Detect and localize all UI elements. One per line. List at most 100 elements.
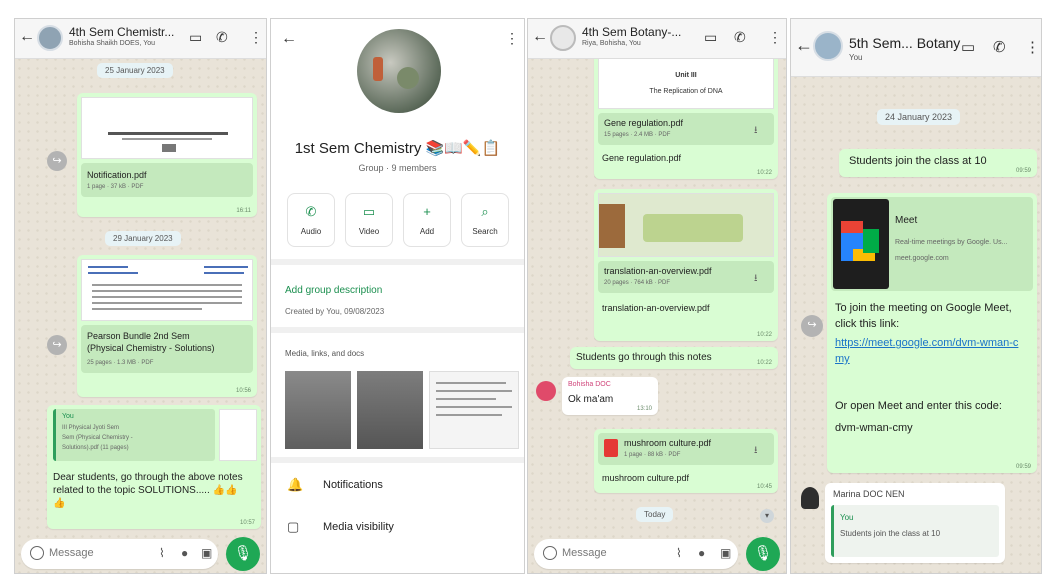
mic-icon[interactable]: 🎙 bbox=[226, 537, 260, 571]
camera-icon[interactable]: ▣ bbox=[720, 546, 731, 560]
media-section-label[interactable]: Media, links, and docs bbox=[285, 349, 364, 358]
payment-icon[interactable]: ● bbox=[181, 546, 188, 560]
media-thumbnail[interactable] bbox=[285, 371, 351, 449]
add-member-button[interactable]: + Add bbox=[403, 193, 451, 247]
link-preview-card[interactable]: Meet Real-time meetings by Google. Us...… bbox=[831, 197, 1033, 291]
add-group-description-link[interactable]: Add group description bbox=[285, 285, 382, 296]
video-call-icon[interactable]: ▭ bbox=[704, 30, 717, 44]
back-arrow-icon[interactable]: ← bbox=[532, 29, 548, 45]
scroll-down-icon[interactable]: ▾ bbox=[760, 509, 774, 523]
message-list[interactable]: Unit III The Replication of DNA Gene reg… bbox=[528, 53, 786, 573]
voice-call-icon[interactable]: ✆ bbox=[216, 30, 228, 44]
download-icon[interactable]: ⭳ bbox=[754, 271, 758, 288]
payment-icon[interactable]: ● bbox=[698, 546, 705, 560]
document-meta: 25 pages · 1.3 MB · PDF bbox=[87, 360, 154, 366]
document-message[interactable]: Unit III The Replication of DNA Gene reg… bbox=[594, 53, 778, 179]
message-time: 09:59 bbox=[1015, 464, 1031, 470]
sender-avatar[interactable] bbox=[536, 381, 556, 401]
document-name: mushroom culture.pdf bbox=[624, 438, 712, 448]
chat-header: ← 5th Sem... Botany You ▭ ✆ ⋮ bbox=[791, 19, 1041, 77]
document-card[interactable]: Pearson Bundle 2nd Sem (Physical Chemist… bbox=[81, 325, 253, 373]
document-preview-thumbnail bbox=[81, 97, 253, 159]
group-photo[interactable] bbox=[357, 29, 441, 113]
message-input[interactable]: Message ⌇ ● ▣ bbox=[534, 539, 738, 569]
text-message[interactable]: Students join the class at 10 09:59 bbox=[839, 149, 1037, 177]
document-caption: mushroom culture.pdf bbox=[602, 473, 690, 483]
incoming-reply-message[interactable]: Marina DOC NEN You Students join the cla… bbox=[825, 483, 1005, 563]
document-message[interactable]: mushroom culture.pdf 1 page · 88 kB · PD… bbox=[594, 429, 778, 493]
more-options-icon[interactable]: ⋮ bbox=[768, 30, 782, 44]
group-meta: Group · 9 members bbox=[358, 163, 437, 173]
more-options-icon[interactable]: ⋮ bbox=[1025, 40, 1040, 55]
message-list[interactable]: 24 January 2023 Students join the class … bbox=[791, 77, 1041, 573]
reply-message[interactable]: You III Physical Jyoti Sem Sem (Physical… bbox=[47, 405, 261, 529]
quoted-message[interactable]: You Students join the class at 10 bbox=[831, 505, 999, 557]
forward-icon[interactable]: ↪ bbox=[47, 335, 67, 355]
document-card[interactable]: Gene regulation.pdf 15 pages · 2.4 MB · … bbox=[598, 113, 774, 145]
search-button[interactable]: ⌕ Search bbox=[461, 193, 509, 247]
message-text: Students join the class at 10 bbox=[849, 155, 987, 167]
attach-icon[interactable]: ⌇ bbox=[159, 546, 165, 560]
meet-link[interactable]: https://meet.google.com/dvm-wman-cmy bbox=[835, 335, 1025, 367]
group-avatar[interactable] bbox=[550, 25, 576, 51]
back-arrow-icon[interactable]: ← bbox=[795, 36, 813, 54]
date-divider: 24 January 2023 bbox=[877, 109, 961, 125]
group-avatar[interactable] bbox=[37, 25, 63, 51]
voice-call-icon[interactable]: ✆ bbox=[993, 40, 1006, 55]
mic-icon[interactable]: 🎙 bbox=[746, 537, 780, 571]
chat-title[interactable]: 4th Sem Chemistr... bbox=[69, 25, 174, 39]
download-icon[interactable]: ⭳ bbox=[754, 443, 758, 460]
document-message[interactable]: Pearson Bundle 2nd Sem (Physical Chemist… bbox=[77, 255, 257, 397]
meet-link-message[interactable]: Meet Real-time meetings by Google. Us...… bbox=[827, 193, 1037, 473]
meet-code: dvm-wman-cmy bbox=[835, 422, 913, 434]
media-thumbnail[interactable] bbox=[357, 371, 423, 449]
forward-icon[interactable]: ↪ bbox=[801, 315, 823, 337]
download-icon[interactable]: ⭳ bbox=[754, 123, 758, 140]
sender-name: Bohisha DOC bbox=[568, 381, 611, 388]
document-meta: 1 page · 88 kB · PDF bbox=[624, 452, 681, 458]
media-visibility-row[interactable]: Media visibility bbox=[323, 521, 394, 533]
message-list[interactable]: 25 January 2023 ↪ Notification.pdf 1 pag… bbox=[15, 59, 266, 573]
group-info-panel: ← ⋮ 1st Sem Chemistry 📚📖✏️📋 Group · 9 me… bbox=[270, 18, 525, 574]
media-visibility-icon: ▢ bbox=[287, 519, 300, 534]
media-thumbnail[interactable] bbox=[429, 371, 519, 449]
notifications-row[interactable]: Notifications bbox=[323, 479, 383, 491]
chat-participants: Riya, Bohisha, You bbox=[582, 40, 641, 47]
document-card[interactable]: mushroom culture.pdf 1 page · 88 kB · PD… bbox=[598, 433, 774, 465]
video-call-icon[interactable]: ▭ bbox=[961, 40, 975, 55]
emoji-icon[interactable] bbox=[543, 546, 557, 560]
audio-call-button[interactable]: ✆ Audio bbox=[287, 193, 335, 247]
document-meta: 15 pages · 2.4 MB · PDF bbox=[604, 132, 671, 138]
document-card[interactable]: Notification.pdf 1 page · 37 kB · PDF bbox=[81, 163, 253, 197]
sender-avatar[interactable] bbox=[801, 487, 819, 509]
chat-title[interactable]: 5th Sem... Botany bbox=[849, 35, 960, 51]
group-avatar[interactable] bbox=[813, 31, 843, 61]
message-input[interactable]: Message ⌇ ● ▣ bbox=[21, 539, 218, 569]
attach-icon[interactable]: ⌇ bbox=[676, 546, 682, 560]
quoted-message[interactable]: You III Physical Jyoti Sem Sem (Physical… bbox=[53, 409, 215, 461]
more-options-icon[interactable]: ⋮ bbox=[249, 30, 263, 44]
document-message[interactable]: Notification.pdf 1 page · 37 kB · PDF 16… bbox=[77, 93, 257, 217]
video-call-button[interactable]: ▭ Video bbox=[345, 193, 393, 247]
document-caption: Gene regulation.pdf bbox=[602, 153, 682, 163]
notifications-icon: 🔔 bbox=[287, 477, 304, 492]
chat-participants: Bohisha Shaikh DOES, You bbox=[69, 40, 156, 47]
video-call-icon[interactable]: ▭ bbox=[189, 30, 202, 44]
search-label: Search bbox=[472, 227, 498, 236]
chat-title[interactable]: 4th Sem Botany-... bbox=[582, 25, 681, 39]
voice-call-icon[interactable]: ✆ bbox=[734, 30, 746, 44]
forward-icon[interactable]: ↪ bbox=[47, 151, 67, 171]
more-options-icon[interactable]: ⋮ bbox=[505, 31, 519, 45]
back-arrow-icon[interactable]: ← bbox=[281, 31, 297, 47]
pdf-icon bbox=[604, 439, 618, 457]
message-placeholder: Message bbox=[49, 547, 94, 559]
incoming-message[interactable]: Bohisha DOC Ok ma'am 13:10 bbox=[562, 377, 658, 415]
document-card[interactable]: translation-an-overview.pdf 20 pages · 7… bbox=[598, 261, 774, 293]
emoji-icon[interactable] bbox=[30, 546, 44, 560]
back-arrow-icon[interactable]: ← bbox=[19, 29, 35, 45]
created-by-text: Created by You, 09/08/2023 bbox=[285, 307, 385, 316]
document-message[interactable]: translation-an-overview.pdf 20 pages · 7… bbox=[594, 189, 778, 341]
text-message[interactable]: Students go through this notes 10:22 bbox=[570, 347, 778, 369]
camera-icon[interactable]: ▣ bbox=[201, 546, 212, 560]
group-name[interactable]: 1st Sem Chemistry 📚📖✏️📋 bbox=[271, 139, 524, 157]
